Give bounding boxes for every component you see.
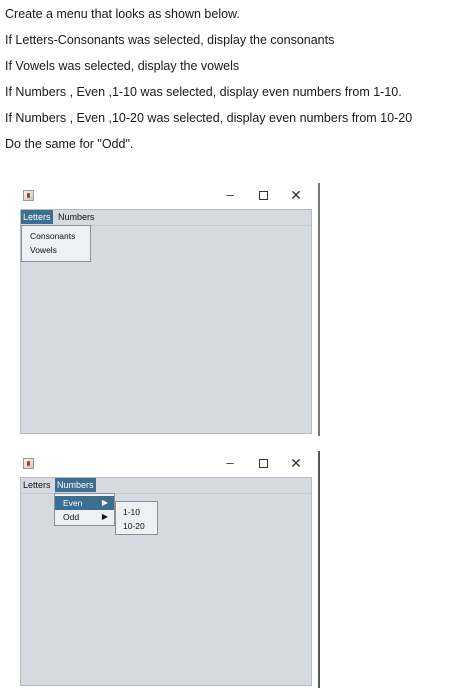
submenu-arrow-icon: ▶ (101, 498, 108, 507)
menu-item-even-label: Even (63, 498, 83, 508)
menu-item-even[interactable]: Even ▶ (55, 496, 114, 510)
close-button[interactable]: ✕ (288, 455, 304, 471)
submenu-arrow-icon: ▶ (101, 512, 108, 521)
menu-numbers[interactable]: Numbers (55, 478, 96, 492)
instructions-text: Create a menu that looks as shown below.… (5, 4, 445, 160)
submenu-item-10-20[interactable]: 10-20 (116, 519, 157, 533)
menu-letters[interactable]: Letters (21, 478, 53, 492)
menu-item-odd-label: Odd (63, 512, 80, 522)
letters-dropdown: Consonants Vowels (21, 225, 91, 262)
menu-letters[interactable]: Letters (21, 210, 53, 224)
maximize-button[interactable] (255, 187, 271, 203)
menu-numbers[interactable]: Numbers (56, 210, 97, 224)
app-window-numbers: – ✕ Letters Numbers Even ▶ Odd ▶ 1-10 10… (10, 451, 320, 688)
menu-item-vowels[interactable]: Vowels (22, 243, 90, 257)
submenu-item-1-10[interactable]: 1-10 (116, 505, 157, 519)
java-app-icon (23, 190, 34, 201)
instruction-line: Create a menu that looks as shown below. (5, 7, 240, 21)
numbers-dropdown: Even ▶ Odd ▶ (54, 493, 115, 526)
title-bar: – ✕ (10, 451, 318, 477)
maximize-button[interactable] (255, 455, 271, 471)
instruction-line: If Numbers , Even ,10-20 was selected, d… (5, 111, 413, 125)
java-app-icon (23, 458, 34, 469)
close-button[interactable]: ✕ (288, 187, 304, 203)
minimize-button[interactable]: – (222, 455, 238, 471)
even-submenu: 1-10 10-20 (115, 501, 158, 535)
instruction-line: If Vowels was selected, display the vowe… (5, 59, 240, 73)
instruction-line: Do the same for "Odd". (5, 137, 134, 151)
title-bar: – ✕ (10, 183, 318, 209)
content-pane: Letters Numbers Even ▶ Odd ▶ 1-10 10-20 (20, 477, 312, 686)
instruction-line: If Numbers , Even ,1-10 was selected, di… (5, 85, 402, 99)
app-window-letters: – ✕ Letters Numbers Consonants Vowels (10, 183, 320, 436)
instruction-line: If Letters-Consonants was selected, disp… (5, 33, 335, 47)
content-pane: Letters Numbers Consonants Vowels (20, 209, 312, 434)
menu-item-consonants[interactable]: Consonants (22, 229, 90, 243)
maximize-icon (258, 191, 268, 200)
menu-bar: Letters Numbers (21, 478, 311, 494)
maximize-icon (258, 459, 268, 468)
menu-bar: Letters Numbers (21, 210, 311, 226)
menu-item-odd[interactable]: Odd ▶ (55, 510, 114, 524)
minimize-button[interactable]: – (222, 187, 238, 203)
